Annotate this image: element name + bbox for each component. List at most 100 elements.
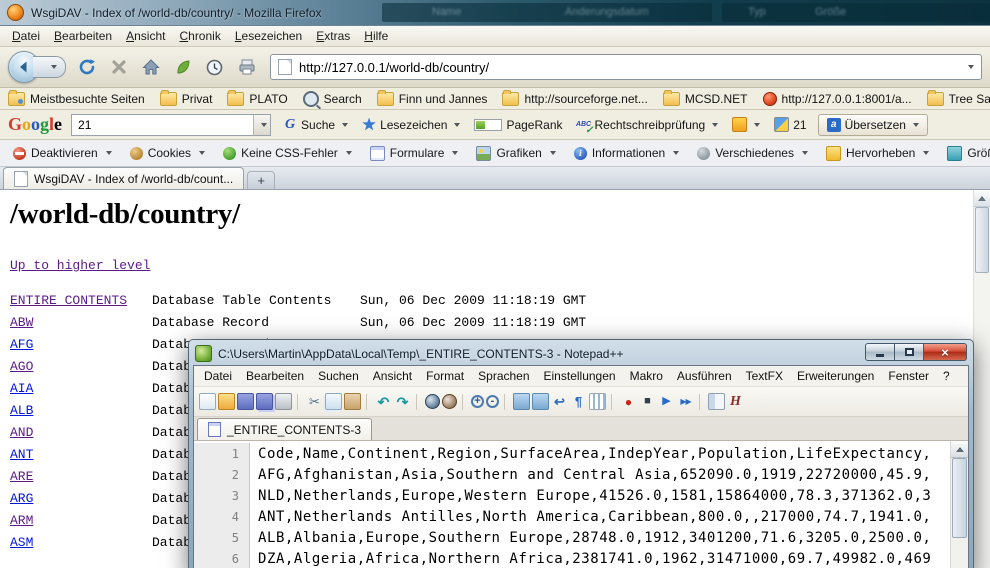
scroll-up-arrow[interactable]: [974, 190, 990, 207]
editor[interactable]: 1 Code,Name,Continent,Region,SurfaceArea…: [194, 441, 968, 568]
devtoolbar-item[interactable]: Grafiken: [467, 143, 564, 164]
google-toolbar-button[interactable]: Lesezeichen: [359, 116, 463, 134]
toolbar-icon[interactable]: [366, 394, 370, 410]
toolbar-icon[interactable]: [394, 393, 411, 410]
maximize-button[interactable]: [895, 343, 923, 361]
toolbar-icon[interactable]: [325, 393, 342, 410]
toolbar-icon[interactable]: [658, 393, 675, 410]
menu-item[interactable]: Makro: [623, 367, 670, 385]
feather-addon-button[interactable]: [169, 54, 196, 81]
toolbar-icon[interactable]: [570, 393, 587, 410]
toolbar-icon[interactable]: [589, 393, 606, 410]
toolbar-icon[interactable]: [306, 393, 323, 410]
toolbar-icon[interactable]: [486, 395, 499, 408]
google-toolbar-button[interactable]: [729, 115, 763, 134]
devtoolbar-item[interactable]: Keine CSS-Fehler: [214, 143, 361, 163]
entry-link[interactable]: AND: [10, 425, 152, 440]
bookmark-item[interactable]: http://sourceforge.net...: [502, 92, 647, 106]
entry-link[interactable]: AGO: [10, 359, 152, 374]
devtoolbar-item[interactable]: Hervorheben: [817, 143, 938, 164]
notepad-titlebar[interactable]: C:\Users\Martin\AppData\Local\Temp\_ENTI…: [193, 342, 969, 365]
devtoolbar-item[interactable]: Verschiedenes: [688, 143, 817, 163]
toolbar-icon[interactable]: [297, 394, 301, 410]
editor-scrollbar[interactable]: [950, 441, 968, 568]
menu-item[interactable]: Suchen: [311, 367, 366, 385]
menu-item[interactable]: Datei: [197, 367, 239, 385]
bookmark-item[interactable]: PLATO: [227, 92, 287, 106]
menu-item[interactable]: Ausführen: [670, 367, 739, 385]
devtoolbar-item[interactable]: Cookies: [121, 143, 214, 163]
menu-item[interactable]: Lesezeichen: [228, 27, 309, 45]
entry-link[interactable]: AIA: [10, 381, 152, 396]
menu-item[interactable]: Fenster: [881, 367, 936, 385]
menu-item[interactable]: ?: [936, 367, 957, 385]
url-bar[interactable]: http://127.0.0.1/world-db/country/: [270, 54, 982, 80]
entry-link[interactable]: ARM: [10, 513, 152, 528]
bookmark-item[interactable]: Meistbesuchte Seiten: [8, 92, 145, 106]
toolbar-icon[interactable]: [551, 393, 568, 410]
bookmark-item[interactable]: Finn und Jannes: [377, 92, 488, 106]
document-tab[interactable]: _ENTIRE_CONTENTS-3: [197, 418, 372, 440]
new-tab-button[interactable]: +: [247, 171, 275, 189]
reload-button[interactable]: [73, 54, 100, 81]
browser-tab[interactable]: WsgiDAV - Index of /world-db/count...: [3, 167, 244, 189]
toolbar-icon[interactable]: [513, 393, 530, 410]
home-button[interactable]: [137, 54, 164, 81]
minimize-button[interactable]: [865, 343, 895, 361]
google-toolbar-button[interactable]: PageRank: [471, 116, 565, 134]
toolbar-icon[interactable]: [256, 393, 273, 410]
menu-item[interactable]: Datei: [5, 27, 47, 45]
print-button[interactable]: [233, 54, 260, 81]
menu-item[interactable]: Format: [419, 367, 471, 385]
toolbar-icon[interactable]: [504, 394, 508, 410]
menu-item[interactable]: Bearbeiten: [239, 367, 311, 385]
google-toolbar-button[interactable]: Übersetzen: [818, 114, 928, 136]
menu-item[interactable]: Sprachen: [471, 367, 536, 385]
scroll-thumb[interactable]: [975, 207, 989, 273]
history-dropdown[interactable]: [33, 56, 66, 78]
google-toolbar-button[interactable]: Suche: [280, 116, 351, 134]
menu-item[interactable]: Ansicht: [119, 27, 172, 45]
entry-link[interactable]: AFG: [10, 337, 152, 352]
stop-button[interactable]: [105, 54, 132, 81]
entry-link[interactable]: ASM: [10, 535, 152, 550]
search-history-dropdown[interactable]: [253, 115, 270, 135]
menu-item[interactable]: TextFX: [739, 367, 790, 385]
toolbar-icon[interactable]: [699, 394, 703, 410]
entry-link[interactable]: ENTIRE CONTENTS: [10, 293, 152, 308]
page-scrollbar[interactable]: [973, 190, 990, 568]
menu-item[interactable]: Bearbeiten: [47, 27, 119, 45]
toolbar-icon[interactable]: [199, 393, 216, 410]
bookmark-item[interactable]: MCSD.NET: [663, 92, 748, 106]
entry-link[interactable]: ANT: [10, 447, 152, 462]
close-button[interactable]: ×: [923, 343, 967, 361]
toolbar-icon[interactable]: [677, 393, 694, 410]
toolbar-icon[interactable]: [237, 393, 254, 410]
toolbar-icon[interactable]: [727, 393, 744, 410]
menu-item[interactable]: Einstellungen: [537, 367, 623, 385]
toolbar-icon[interactable]: [471, 395, 484, 408]
menu-item[interactable]: Hilfe: [357, 27, 395, 45]
scroll-thumb[interactable]: [952, 458, 967, 538]
urlbar-dropdown-icon[interactable]: [968, 65, 974, 69]
firefox-titlebar[interactable]: WsgiDAV - Index of /world-db/country/ - …: [0, 0, 990, 26]
menu-item[interactable]: Ansicht: [366, 367, 419, 385]
up-to-higher-level-link[interactable]: Up to higher level: [10, 258, 150, 273]
entry-link[interactable]: ALB: [10, 403, 152, 418]
menu-item[interactable]: Chronik: [172, 27, 227, 45]
devtoolbar-item[interactable]: Größe: [938, 143, 990, 164]
bookmark-item[interactable]: Tree Samples: [927, 92, 990, 106]
toolbar-icon[interactable]: [416, 394, 420, 410]
google-toolbar-button[interactable]: 21: [771, 115, 809, 134]
devtoolbar-item[interactable]: Deaktivieren: [4, 143, 121, 163]
google-toolbar-button[interactable]: Rechtschreibprüfung: [574, 116, 722, 134]
toolbar-icon[interactable]: [532, 393, 549, 410]
entry-link[interactable]: ARG: [10, 491, 152, 506]
entry-link[interactable]: ABW: [10, 315, 152, 330]
bookmark-item[interactable]: http://127.0.0.1:8001/a...: [763, 92, 912, 106]
devtoolbar-item[interactable]: Informationen: [565, 143, 688, 163]
toolbar-icon[interactable]: [442, 394, 457, 409]
scroll-up-arrow[interactable]: [951, 441, 968, 458]
google-search-box[interactable]: 21: [71, 114, 271, 136]
toolbar-icon[interactable]: [462, 394, 466, 410]
